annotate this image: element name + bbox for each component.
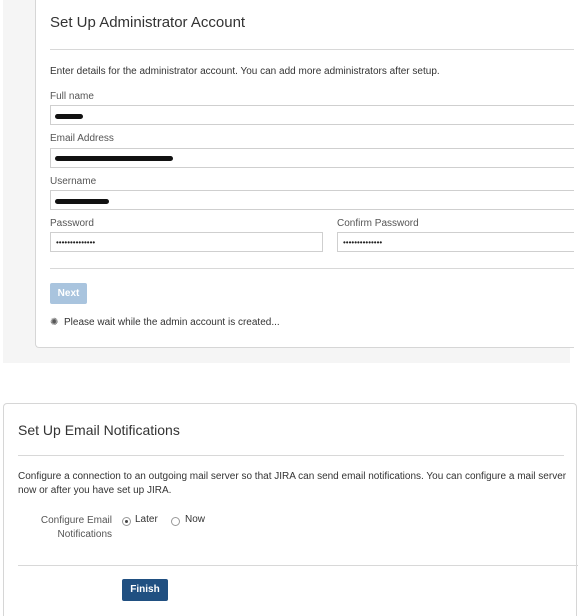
divider bbox=[18, 565, 578, 566]
full-name-label: Full name bbox=[50, 91, 94, 102]
confirm-password-field[interactable]: •••••••••••••• bbox=[337, 232, 574, 252]
email-setup-description: Configure a connection to an outgoing ma… bbox=[18, 471, 567, 496]
divider bbox=[50, 268, 574, 269]
email-setup-title: Set Up Email Notifications bbox=[18, 422, 180, 438]
radio-later-label[interactable]: Later bbox=[135, 514, 158, 525]
finish-button[interactable]: Finish bbox=[122, 579, 168, 601]
spinner-icon: ✺ bbox=[50, 317, 59, 328]
email-label: Email Address bbox=[50, 133, 114, 144]
admin-setup-panel: Set Up Administrator Account Enter detai… bbox=[35, 0, 574, 348]
next-button[interactable]: Next bbox=[50, 283, 87, 304]
admin-setup-backdrop: Set Up Administrator Account Enter detai… bbox=[3, 0, 574, 363]
confirm-password-label: Confirm Password bbox=[337, 218, 419, 229]
divider bbox=[18, 455, 564, 456]
redacted-text bbox=[55, 199, 109, 204]
email-setup-panel: Set Up Email Notifications Configure a c… bbox=[3, 403, 578, 616]
password-label: Password bbox=[50, 218, 94, 229]
password-field[interactable]: •••••••••••••• bbox=[50, 232, 323, 252]
radio-later[interactable] bbox=[122, 517, 131, 526]
radio-now-label[interactable]: Now bbox=[185, 514, 205, 525]
configure-email-label: Configure Email Notifications bbox=[40, 515, 112, 540]
divider bbox=[50, 49, 574, 50]
username-label: Username bbox=[50, 176, 97, 187]
username-field[interactable] bbox=[50, 190, 574, 210]
password-mask: •••••••••••••• bbox=[56, 238, 96, 247]
redacted-text bbox=[55, 156, 173, 161]
radio-now[interactable] bbox=[171, 517, 180, 526]
full-name-field[interactable] bbox=[50, 105, 574, 125]
admin-setup-intro: Enter details for the administrator acco… bbox=[50, 66, 440, 77]
redacted-text bbox=[55, 114, 83, 119]
confirm-password-mask: •••••••••••••• bbox=[343, 238, 383, 247]
email-field[interactable] bbox=[50, 148, 574, 168]
wait-message: Please wait while the admin account is c… bbox=[64, 317, 280, 328]
admin-setup-title: Set Up Administrator Account bbox=[50, 14, 246, 31]
